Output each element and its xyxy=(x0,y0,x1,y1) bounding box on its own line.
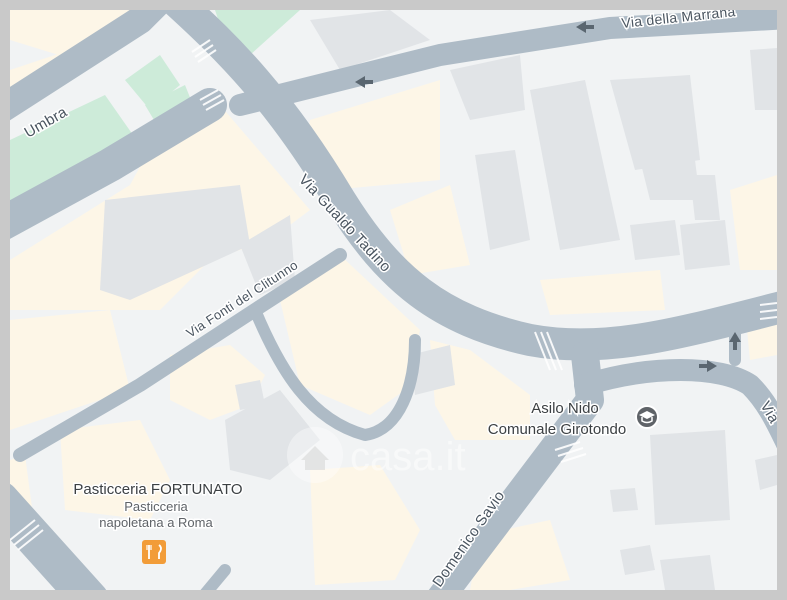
watermark-text: casa.it xyxy=(350,435,466,479)
poi-asilo-line2: Comunale Girotondo xyxy=(488,421,626,438)
school-icon[interactable] xyxy=(635,405,659,429)
map-canvas[interactable]: casa.it Via della Marrana Umbra Via Gual… xyxy=(10,10,777,590)
poi-pasticceria-desc-line2: napoletana a Roma xyxy=(99,515,213,530)
poi-pasticceria-name: Pasticceria FORTUNATO xyxy=(73,481,242,498)
poi-pasticceria-desc-line1: Pasticceria xyxy=(124,499,188,514)
map-frame[interactable]: casa.it Via della Marrana Umbra Via Gual… xyxy=(10,10,777,590)
casa-watermark: casa.it xyxy=(287,427,466,483)
poi-asilo-line1: Asilo Nido xyxy=(531,400,599,417)
restaurant-icon[interactable] xyxy=(142,540,166,564)
